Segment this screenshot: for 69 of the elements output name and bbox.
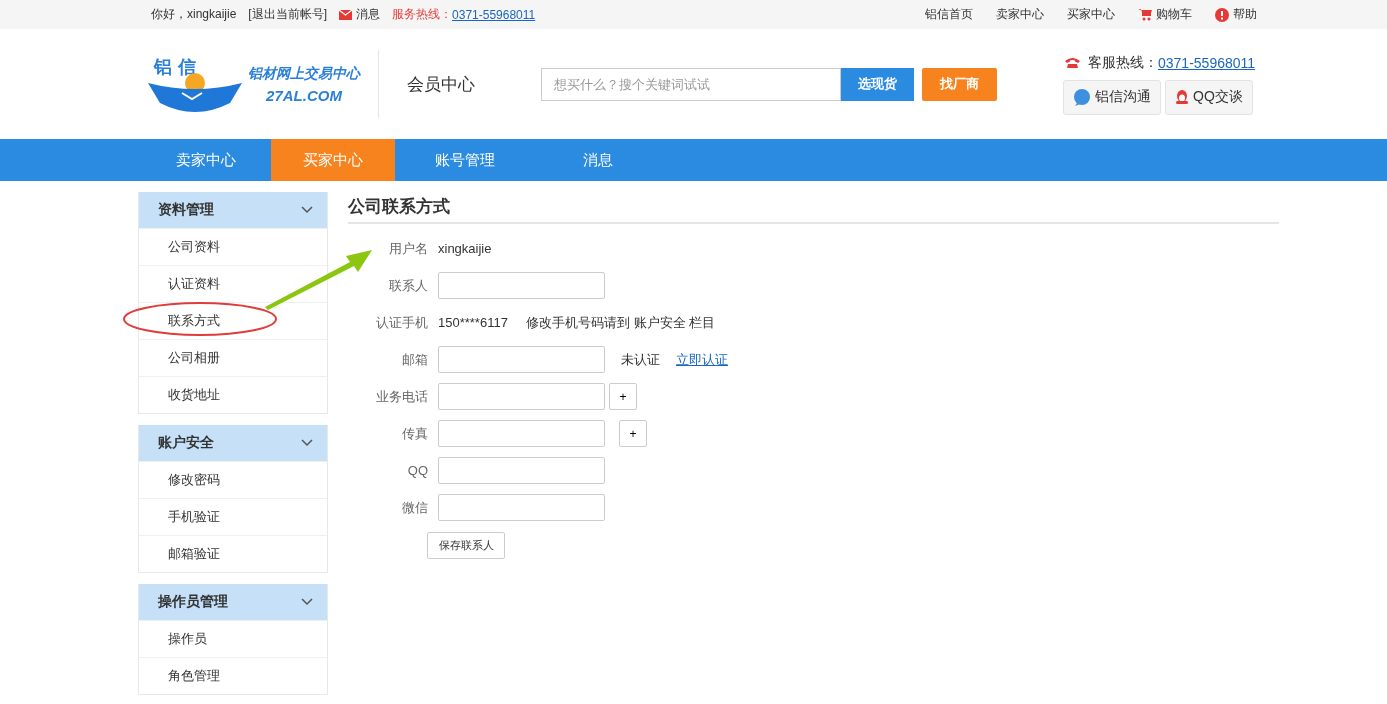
add-button[interactable]: +: [619, 420, 647, 447]
hotline-link[interactable]: 0371-55968011: [452, 7, 536, 22]
field-label: 联系人: [389, 276, 428, 295]
sidebar-item[interactable]: 角色管理: [139, 657, 327, 694]
sidebar-group-header[interactable]: 资料管理: [139, 192, 327, 228]
sidebar-group-header[interactable]: 操作员管理: [139, 584, 327, 620]
sidebar-item[interactable]: 操作员: [139, 620, 327, 657]
greeting-text: 你好，xingkaijie: [151, 6, 237, 23]
sidebar-item[interactable]: 手机验证: [139, 498, 327, 535]
service-phone-link[interactable]: 0371-55968011: [1158, 54, 1256, 71]
hint-text: 修改手机号码请到 账户安全 栏目: [525, 313, 716, 332]
add-button[interactable]: +: [609, 383, 637, 410]
field-label: 用户名: [389, 239, 428, 258]
chat-button[interactable]: QQ交谈: [1165, 79, 1253, 115]
chat-bubble-icon: [1073, 88, 1091, 106]
cart-icon: [1138, 8, 1152, 21]
nav-tab[interactable]: 账号管理: [395, 139, 535, 181]
status-text: 未认证: [621, 350, 660, 369]
phone-icon: [1065, 57, 1080, 68]
sidebar-item[interactable]: 公司资料: [139, 228, 327, 265]
chevron-down-icon: [301, 439, 313, 447]
input-field[interactable]: [438, 494, 605, 521]
search-button[interactable]: 选现货: [841, 67, 914, 101]
page-title: 公司联系方式: [348, 192, 1279, 224]
nav-tab[interactable]: 消息: [535, 139, 661, 181]
field-label: 业务电话: [376, 387, 428, 406]
top-link[interactable]: 帮助: [1215, 6, 1257, 23]
chevron-down-icon: [301, 598, 313, 606]
input-field[interactable]: [438, 457, 605, 484]
field-value: xingkaijie: [438, 241, 492, 256]
field-label: 传真: [402, 424, 428, 443]
group-title: 操作员管理: [158, 593, 228, 611]
group-title: 账户安全: [158, 434, 214, 452]
top-link[interactable]: 铝信首页: [925, 6, 973, 23]
group-title: 资料管理: [158, 201, 214, 219]
nav-tab[interactable]: 卖家中心: [140, 139, 271, 181]
sidebar-item[interactable]: 修改密码: [139, 461, 327, 498]
field-label: QQ: [407, 463, 428, 478]
chevron-down-icon: [301, 206, 313, 214]
service-label: 客服热线：: [1088, 53, 1158, 72]
section-title: 会员中心: [407, 73, 475, 96]
top-link[interactable]: 卖家中心: [996, 6, 1044, 23]
input-field[interactable]: [438, 383, 605, 410]
sidebar-item[interactable]: 邮箱验证: [139, 535, 327, 572]
field-value: 150****6117: [438, 315, 508, 330]
search-field[interactable]: 想买什么？搜个关键词试试: [541, 67, 841, 101]
penguin-icon: [1175, 89, 1189, 105]
logo-slogan: 铝材网上交易中心: [248, 64, 360, 83]
logout-link[interactable]: [退出当前帐号]: [248, 6, 328, 23]
hotline-label: 服务热线：: [392, 6, 453, 23]
chat-button[interactable]: 铝信沟通: [1063, 79, 1161, 115]
input-field[interactable]: [438, 346, 605, 373]
alert-icon: [1215, 7, 1229, 22]
field-label: 邮箱: [402, 350, 428, 369]
save-button[interactable]: 保存联系人: [427, 532, 505, 559]
logo-domain: 27AL.COM: [266, 86, 342, 104]
sidebar-item[interactable]: 公司相册: [139, 339, 327, 376]
envelope-icon: [339, 9, 353, 20]
top-link[interactable]: 买家中心: [1067, 6, 1115, 23]
verify-link[interactable]: 立即认证: [676, 350, 728, 369]
input-field[interactable]: [438, 272, 605, 299]
field-label: 认证手机: [376, 313, 428, 332]
messages-link[interactable]: 消息: [339, 6, 381, 23]
logo-drawing: 铝 信: [148, 53, 242, 115]
top-link[interactable]: 购物车: [1138, 6, 1192, 23]
input-field[interactable]: [438, 420, 605, 447]
sidebar-item[interactable]: 收货地址: [139, 376, 327, 413]
sidebar-group-header[interactable]: 账户安全: [139, 425, 327, 461]
field-label: 微信: [402, 498, 428, 517]
